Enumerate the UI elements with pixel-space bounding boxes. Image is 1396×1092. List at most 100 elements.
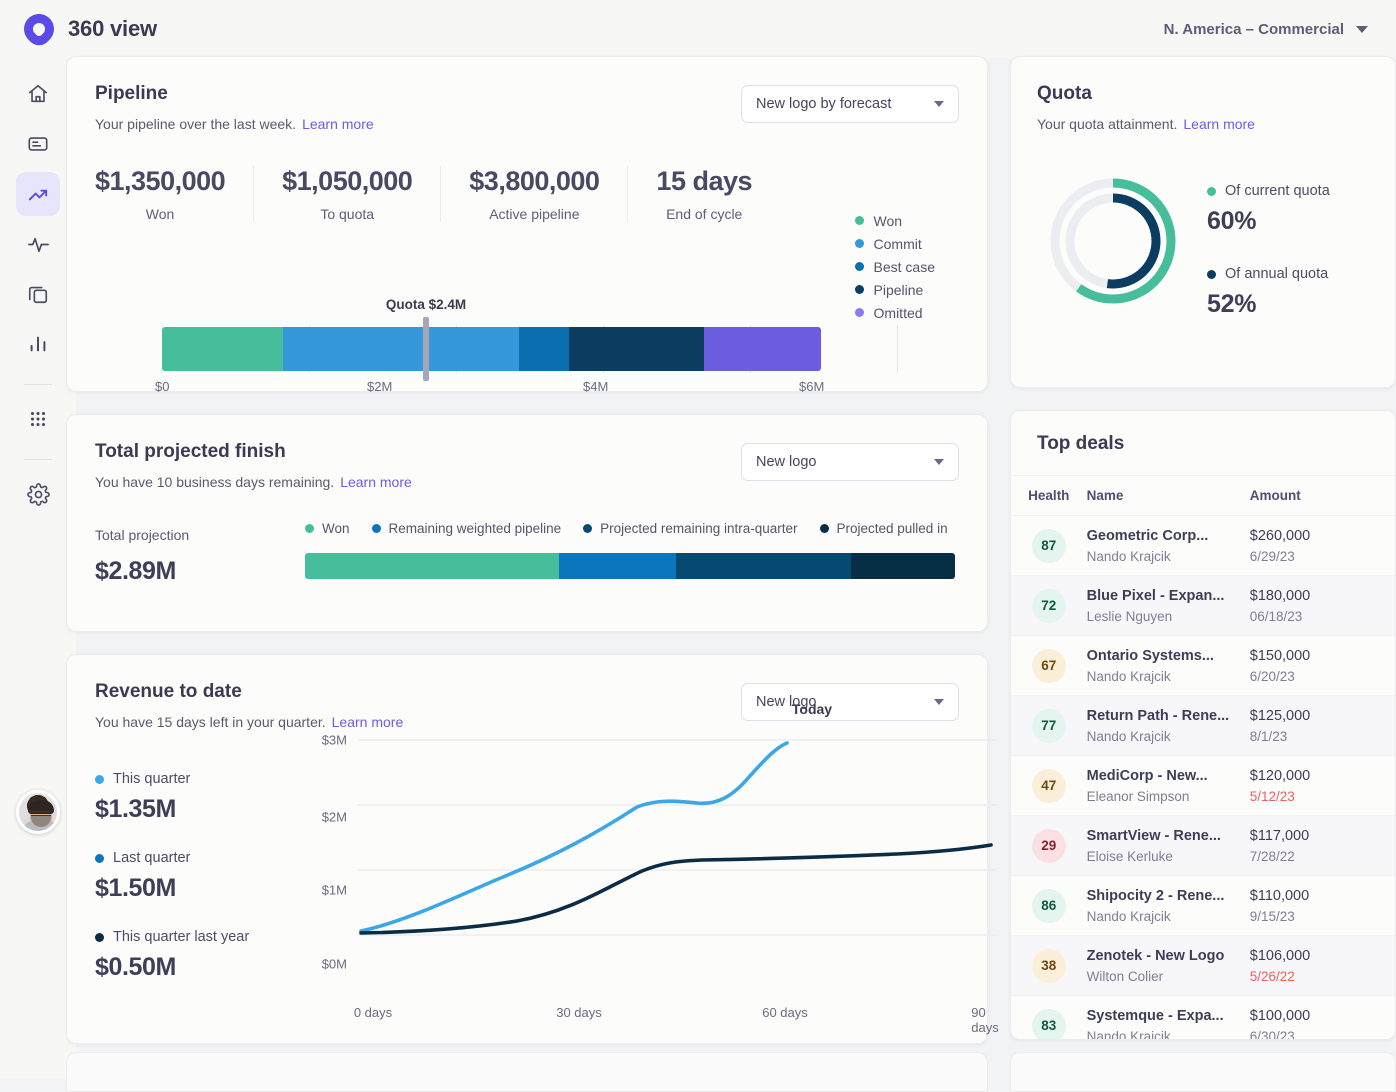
- deal-amount: $100,000: [1250, 1008, 1395, 1024]
- today-annotation: Today: [792, 701, 832, 717]
- user-avatar[interactable]: [16, 790, 60, 834]
- sidebar-item-activity[interactable]: [16, 222, 60, 266]
- deal-name: Blue Pixel - Expan...: [1087, 588, 1250, 604]
- deal-amount: $260,000: [1250, 528, 1395, 544]
- card-icon: [27, 133, 49, 155]
- projection-total: Total projection $2.89M: [95, 527, 189, 586]
- revenue-learn-more-link[interactable]: Learn more: [332, 714, 404, 730]
- deal-amount: $106,000: [1250, 948, 1395, 964]
- sidebar-item-home[interactable]: [16, 72, 60, 116]
- bottom-card-right-peek: [1010, 1052, 1396, 1092]
- avatar-glasses: [31, 811, 51, 816]
- revenue-legend: This quarter $1.35M Last quarter $1.50M …: [95, 771, 335, 1008]
- legend-item-this-quarter: This quarter $1.35M: [95, 771, 335, 824]
- kpi-active-pipeline-label: Active pipeline: [469, 206, 599, 222]
- deal-health-cell: 29: [1011, 829, 1087, 863]
- deal-health-cell: 77: [1011, 709, 1087, 743]
- legend-dot-this-quarter: [95, 775, 104, 784]
- region-selector[interactable]: N. America – Commercial: [1164, 21, 1396, 38]
- table-row[interactable]: 29SmartView - Rene...Eloise Kerluke$117,…: [1011, 816, 1395, 876]
- legend-dot-omitted: [855, 308, 864, 317]
- projected-filter-dropdown[interactable]: New logo: [741, 443, 959, 481]
- deal-owner: Nando Krajcik: [1087, 729, 1250, 744]
- sidebar-item-records[interactable]: [16, 122, 60, 166]
- legend-item: Projected pulled in: [820, 521, 948, 536]
- legend-dot-current-quota: [1207, 187, 1216, 196]
- column-header-amount[interactable]: Amount: [1250, 488, 1395, 503]
- deal-name: Return Path - Rene...: [1087, 708, 1250, 724]
- metric-current-quota-value: 60%: [1207, 207, 1330, 236]
- revenue-filter-dropdown[interactable]: New logo: [741, 683, 959, 721]
- kpi-end-of-cycle-label: End of cycle: [656, 206, 752, 222]
- deal-name: Zenotek - New Logo: [1087, 948, 1250, 964]
- deal-name-cell: Blue Pixel - Expan...Leslie Nguyen: [1087, 588, 1250, 624]
- x-tick-label: 0 days: [354, 1005, 392, 1020]
- legend-item: Omitted: [855, 301, 935, 324]
- kpi-end-of-cycle-value: 15 days: [656, 166, 752, 197]
- legend-item-last-quarter: Last quarter $1.50M: [95, 850, 335, 903]
- quota-learn-more-link[interactable]: Learn more: [1183, 116, 1255, 132]
- deal-owner: Wilton Colier: [1087, 969, 1250, 984]
- metric-annual-quota: Of annual quota: [1207, 266, 1330, 282]
- legend-label: Projected remaining intra-quarter: [600, 521, 797, 536]
- revenue-to-date-card: Revenue to date You have 15 days left in…: [66, 654, 988, 1044]
- deal-name: Ontario Systems...: [1087, 648, 1250, 664]
- top-bar: 360 view N. America – Commercial: [0, 0, 1396, 58]
- deal-health-cell: 87: [1011, 529, 1087, 563]
- status-badge: 83: [1032, 1009, 1066, 1041]
- kpi-to-quota-label: To quota: [282, 206, 412, 222]
- y-tick-label: $1M: [322, 882, 347, 897]
- sidebar-item-reports[interactable]: [16, 322, 60, 366]
- legend-item: Won: [855, 209, 935, 232]
- status-badge: 67: [1032, 649, 1066, 683]
- column-header-health[interactable]: Health: [1011, 488, 1087, 503]
- table-row[interactable]: 67 Ontario Systems...Nando Krajcik$150,00…: [1011, 636, 1395, 696]
- deal-close-date: 5/26/22: [1250, 969, 1395, 984]
- top-deals-card: Top deals Health Name Amount 87Geometric…: [1010, 410, 1396, 1040]
- deal-close-date: 6/20/23: [1250, 669, 1395, 684]
- deal-amount-cell: $150,0006/20/23: [1250, 648, 1395, 684]
- pipeline-learn-more-link[interactable]: Learn more: [302, 116, 374, 132]
- pipeline-filter-dropdown[interactable]: New logo by forecast: [741, 85, 959, 123]
- deal-name-cell: Ontario Systems...Nando Krajcik: [1087, 648, 1250, 684]
- table-row[interactable]: 87Geometric Corp...Nando Krajcik$260,000…: [1011, 516, 1395, 576]
- sidebar-item-duplicates[interactable]: [16, 272, 60, 316]
- deal-amount-cell: $100,0006/30/23: [1250, 1008, 1395, 1041]
- kpi-won: $1,350,000 Won: [95, 166, 254, 222]
- table-row[interactable]: 86Shipocity 2 - Rene...Nando Krajcik$110…: [1011, 876, 1395, 936]
- sidebar-divider-2: [24, 459, 52, 460]
- table-row[interactable]: 38Zenotek - New Logo Wilton Colier$106,00…: [1011, 936, 1395, 996]
- deal-close-date: 6/29/23: [1250, 549, 1395, 564]
- quota-metrics: Of current quota 60% Of annual quota 52%: [1207, 183, 1330, 319]
- table-row[interactable]: 72Blue Pixel - Expan...Leslie Nguyen$180…: [1011, 576, 1395, 636]
- deal-name-cell: SmartView - Rene...Eloise Kerluke: [1087, 828, 1250, 864]
- sidebar-item-apps[interactable]: [16, 397, 60, 441]
- deal-health-cell: 83: [1011, 1009, 1087, 1041]
- legend-item: Remaining weighted pipeline: [372, 521, 562, 536]
- legend-label: Best case: [874, 259, 935, 275]
- column-header-name[interactable]: Name: [1087, 488, 1250, 503]
- legend-item: Best case: [855, 255, 935, 278]
- deal-amount: $120,000: [1250, 768, 1395, 784]
- status-badge: 47: [1032, 769, 1066, 803]
- bar-chart-icon: [27, 333, 49, 355]
- sidebar-item-settings[interactable]: [16, 472, 60, 516]
- deal-health-cell: 38: [1011, 949, 1087, 983]
- deal-health-cell: 72: [1011, 589, 1087, 623]
- app-title: 360 view: [68, 16, 157, 42]
- top-deals-rows: 87Geometric Corp...Nando Krajcik$260,000…: [1011, 516, 1395, 1040]
- quota-title: Quota: [1037, 83, 1369, 105]
- legend-dot-this-quarter-last-year: [95, 933, 104, 942]
- table-row[interactable]: 47MediCorp - New...Eleanor Simpson$120,0…: [1011, 756, 1395, 816]
- table-row[interactable]: 77Return Path - Rene...Nando Krajcik$125…: [1011, 696, 1395, 756]
- chevron-down-icon: [934, 459, 944, 465]
- bar-segment-won: [162, 327, 283, 371]
- legend-dot-commit: [855, 239, 864, 248]
- projected-learn-more-link[interactable]: Learn more: [340, 474, 412, 490]
- deal-amount-cell: $260,000 6/29/23: [1250, 528, 1395, 564]
- revenue-subtitle-text: You have 15 days left in your quarter.: [95, 714, 326, 730]
- y-tick-label: $2M: [322, 809, 347, 824]
- sidebar-item-forecast[interactable]: [16, 172, 60, 216]
- deal-close-date: 06/18/23: [1250, 609, 1395, 624]
- table-row[interactable]: 83Systemque - Expa...Nando Krajcik$100,0…: [1011, 996, 1395, 1040]
